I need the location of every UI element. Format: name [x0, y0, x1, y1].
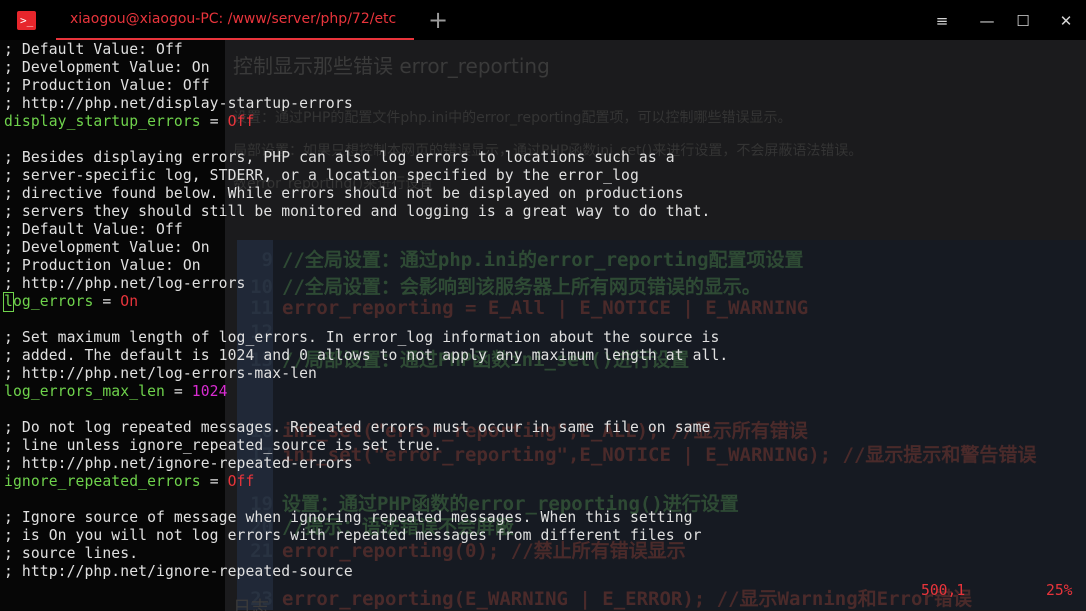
- minimize-button[interactable]: —: [976, 10, 998, 32]
- title-bar: >_ xiaogou@xiaogou-PC: /www/server/php/7…: [0, 0, 1086, 40]
- comment-line: ; http://php.net/log-errors-max-len: [4, 365, 317, 382]
- setting-key: display_startup_errors: [4, 113, 201, 130]
- comment-line: ; Default Value: Off: [4, 221, 183, 238]
- setting-key: log_errors: [3, 292, 94, 312]
- setting-key: ignore_repeated_errors: [4, 473, 201, 490]
- tab-title: xiaogou@xiaogou-PC: /www/server/php/72/e…: [70, 11, 397, 27]
- comment-line: ; is On you will not log errors with rep…: [4, 527, 702, 544]
- comment-line: ; Production Value: Off: [4, 77, 210, 94]
- setting-equals: =: [164, 383, 192, 400]
- comment-line: ; Development Value: On: [4, 239, 210, 256]
- new-tab-button[interactable]: +: [426, 6, 450, 34]
- background-code-line: 23 error_reporting(E_WARNING | E_ERROR); …: [237, 584, 972, 611]
- comment-line: ; http://php.net/log-errors: [4, 275, 246, 292]
- comment-line: ; Ignore source of message when ignoring…: [4, 509, 693, 526]
- close-button[interactable]: ✕: [1055, 10, 1077, 32]
- comment-line: ; http://php.net/ignore-repeated-source: [4, 563, 353, 580]
- comment-line: ; directive found below. While errors sh…: [4, 185, 684, 202]
- comment-line: ; servers they should still be monitored…: [4, 203, 711, 220]
- background-line-number: 23: [250, 588, 273, 610]
- comment-line: ; Do not log repeated messages. Repeated…: [4, 419, 711, 436]
- comment-line: ; Besides displaying errors, PHP can als…: [4, 149, 675, 166]
- setting-value: Off: [227, 473, 255, 490]
- comment-line: ; http://php.net/display-startup-errors: [4, 95, 353, 112]
- tab-terminal-session[interactable]: xiaogou@xiaogou-PC: /www/server/php/72/e…: [56, 0, 414, 40]
- comment-line: ; added. The default is 1024 and 0 allow…: [4, 347, 729, 364]
- comment-line: ; line unless ignore_repeated_source is …: [4, 437, 443, 454]
- cursor-position-indicator: 500,1: [921, 582, 966, 599]
- setting-equals: =: [93, 293, 121, 310]
- setting-key: log_errors_max_len: [4, 383, 165, 400]
- config-setting-line: display_startup_errors = Off: [4, 113, 728, 131]
- comment-line: ; server-specific log, STDERR, or a loca…: [4, 167, 639, 184]
- setting-value: Off: [227, 113, 255, 130]
- setting-value: On: [120, 293, 139, 310]
- comment-line: ; Development Value: On: [4, 59, 210, 76]
- scroll-percent-indicator: 25%: [1046, 582, 1073, 599]
- config-setting-line: ignore_repeated_errors = Off: [4, 473, 728, 491]
- background-code-text: error_reporting(E_WARNING | E_ERROR); //…: [282, 588, 972, 610]
- terminal-app-icon: >_: [17, 11, 36, 30]
- comment-line: ; Default Value: Off: [4, 41, 183, 58]
- setting-value: 1024: [191, 383, 228, 400]
- tab-active-indicator: [56, 38, 414, 40]
- comment-line: ; http://php.net/ignore-repeated-errors: [4, 455, 353, 472]
- maximize-button[interactable]: ☐: [1012, 10, 1034, 32]
- config-setting-line: log_errors_max_len = 1024: [4, 383, 728, 401]
- background-section-heading: 日志: [233, 598, 269, 611]
- comment-line: ; Set maximum length of log_errors. In e…: [4, 329, 720, 346]
- terminal-text-area[interactable]: ; Default Value: Off; Development Value:…: [3, 41, 729, 581]
- menu-button[interactable]: ≡: [931, 10, 953, 32]
- setting-equals: =: [200, 473, 228, 490]
- setting-equals: =: [200, 113, 228, 130]
- comment-line: ; source lines.: [4, 545, 139, 562]
- comment-line: ; Production Value: On: [4, 257, 201, 274]
- config-setting-line: log_errors = On: [3, 292, 728, 312]
